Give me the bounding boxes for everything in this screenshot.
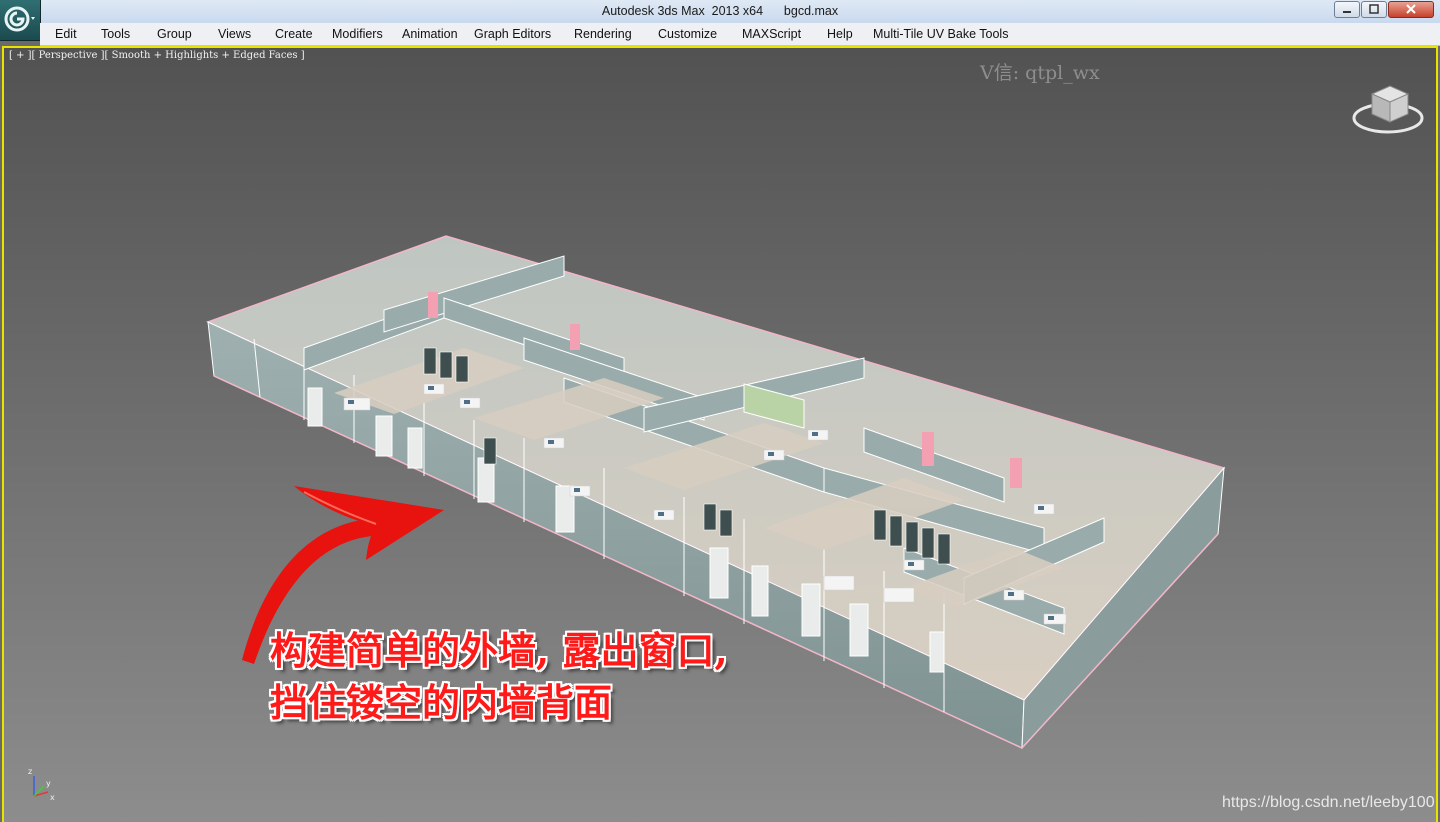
credit-url: https://blog.csdn.net/leeby100	[1222, 794, 1435, 811]
app-logo-icon	[4, 6, 35, 32]
menu-multi-tile-uv-bake-tools[interactable]: Multi-Tile UV Bake Tools	[873, 27, 1008, 41]
annotation-caption-line1: 构建简单的外墙, 露出窗口,	[270, 628, 728, 673]
menu-rendering[interactable]: Rendering	[574, 27, 632, 41]
window-title: Autodesk 3ds Max 2013 x64 bgcd.max	[601, 4, 839, 18]
menu-tools[interactable]: Tools	[101, 27, 130, 41]
axis-tripod-icon: z y x	[28, 767, 55, 802]
axis-x-label: x	[50, 793, 55, 802]
menu-animation[interactable]: Animation	[402, 27, 458, 41]
close-icon	[1406, 4, 1416, 14]
menu-bar: Edit Tools Group Views Create Modifiers …	[40, 23, 1440, 46]
maximize-icon	[1369, 4, 1379, 14]
axis-y-label: y	[46, 779, 51, 788]
minimize-button[interactable]	[1334, 1, 1360, 18]
maximize-button[interactable]	[1361, 1, 1387, 18]
axis-z-label: z	[28, 767, 32, 776]
menu-maxscript[interactable]: MAXScript	[742, 27, 801, 41]
menu-customize[interactable]: Customize	[658, 27, 717, 41]
annotation-caption-line2: 挡住镂空的内墙背面	[270, 680, 613, 725]
menu-group[interactable]: Group	[157, 27, 192, 41]
application-menu-button[interactable]	[0, 0, 41, 41]
menu-graph-editors[interactable]: Graph Editors	[474, 27, 551, 41]
minimize-icon	[1343, 11, 1351, 13]
menu-create[interactable]: Create	[275, 27, 313, 41]
viewcube-icon[interactable]	[1352, 85, 1424, 134]
menu-edit[interactable]: Edit	[55, 27, 77, 41]
menu-help[interactable]: Help	[827, 27, 853, 41]
building-model: z y x	[28, 85, 1424, 802]
menu-modifiers[interactable]: Modifiers	[332, 27, 383, 41]
title-bar: Autodesk 3ds Max 2013 x64 bgcd.max	[0, 0, 1440, 24]
perspective-viewport[interactable]: [ + ][ Perspective ][ Smooth + Highlight…	[2, 46, 1438, 822]
close-button[interactable]	[1388, 1, 1434, 18]
menu-views[interactable]: Views	[218, 27, 251, 41]
